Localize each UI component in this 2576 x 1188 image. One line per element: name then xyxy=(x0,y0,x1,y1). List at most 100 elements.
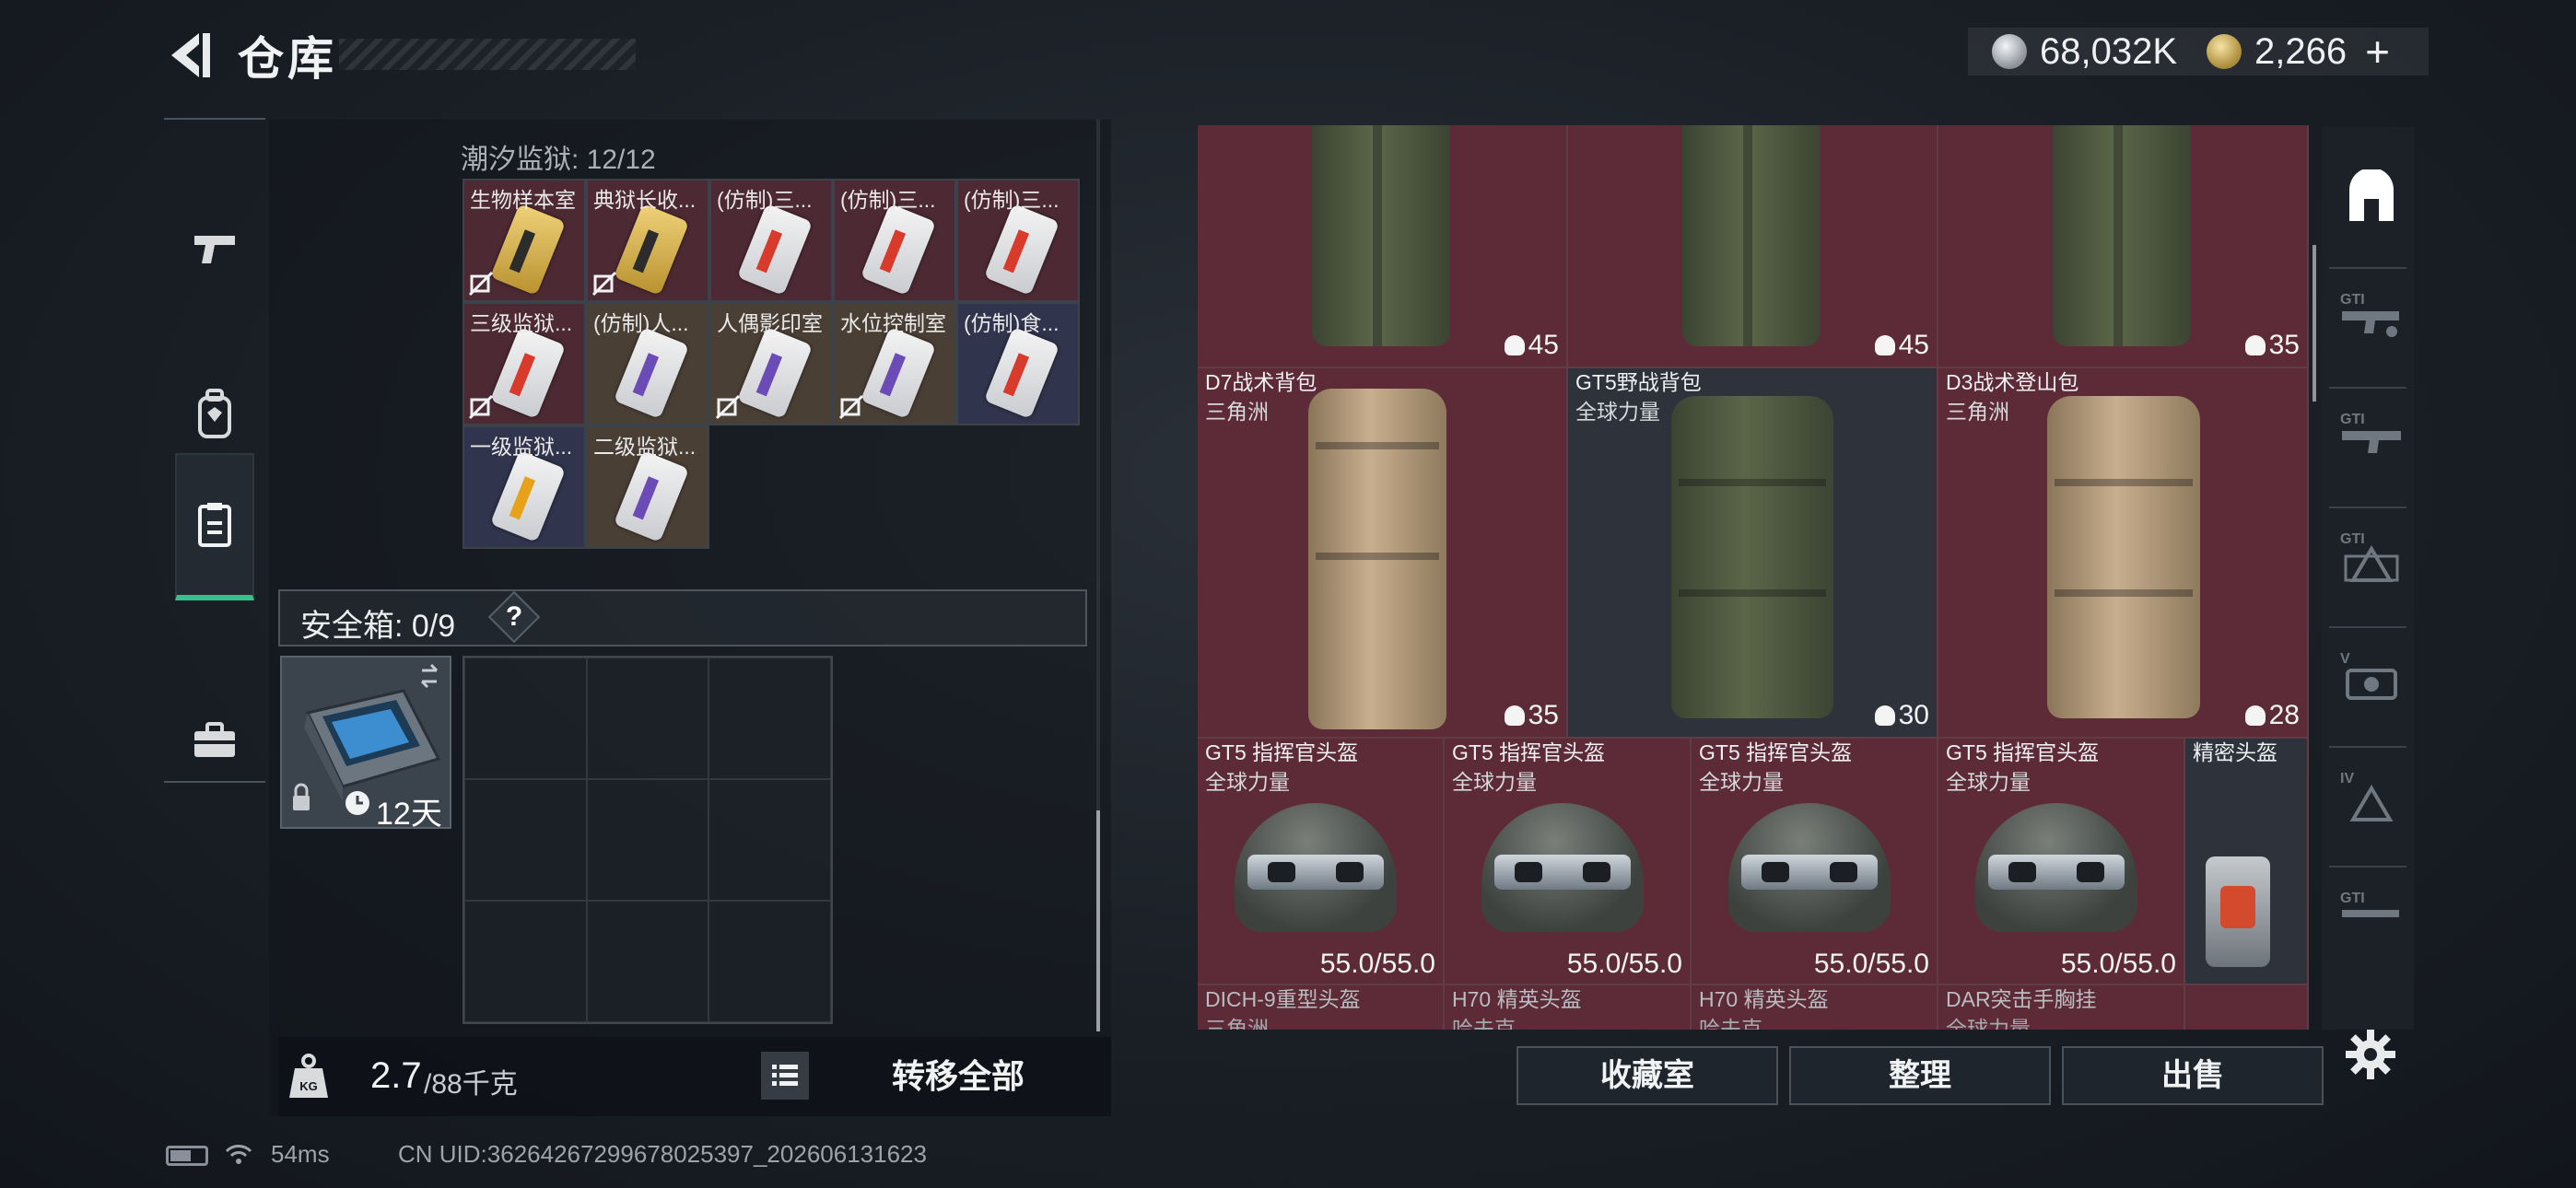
ping-text: 54ms xyxy=(271,1140,330,1168)
not-tradeable-icon xyxy=(468,271,494,297)
safe-slot[interactable] xyxy=(708,901,831,1022)
back-button[interactable] xyxy=(162,28,217,83)
wifi-icon xyxy=(225,1145,252,1164)
safe-slot[interactable] xyxy=(586,779,709,901)
item-helmet[interactable]: GT5 指挥官头盔 全球力量 55.0/55.0 xyxy=(1692,739,1938,985)
item-backpack-top-2[interactable]: 45 xyxy=(1568,125,1938,368)
settings-button[interactable] xyxy=(2340,1024,2401,1085)
item-backpack-top-3[interactable]: 35 xyxy=(1938,125,2309,368)
stash-grid: 45 45 35 D7战术背包 三角洲 35 GT5野战背包 全球力量 30 D… xyxy=(1198,125,2309,1030)
item-backpack-d3[interactable]: D3战术登山包 三角洲 28 xyxy=(1938,368,2309,739)
item-partial[interactable]: DICH-9重型头盔 三角洲 xyxy=(1198,985,1445,1030)
sell-button[interactable]: 出售 xyxy=(2062,1046,2324,1105)
nav-item-supplies[interactable] xyxy=(175,667,254,814)
key-name: (仿制)食... xyxy=(964,311,1060,335)
item-helmet[interactable]: GT5 指挥官头盔 全球力量 55.0/55.0 xyxy=(1198,739,1445,985)
item-capacity: 45 xyxy=(1528,330,1559,360)
key-item[interactable]: 一级监狱... xyxy=(463,425,586,549)
transfer-all-button[interactable]: 转移全部 xyxy=(857,1044,1060,1109)
nav-item-weapons[interactable] xyxy=(175,175,254,322)
safe-slot[interactable] xyxy=(464,658,587,779)
helmet-image xyxy=(1235,803,1397,932)
add-currency-button[interactable]: + xyxy=(2365,27,2390,76)
item-name: D3战术登山包 xyxy=(1946,370,2079,394)
category-backpack[interactable] xyxy=(2338,164,2405,230)
key-name: 典狱长收... xyxy=(593,188,697,212)
left-scrollbar-thumb[interactable] xyxy=(1096,810,1100,1031)
item-durability: 55.0/55.0 xyxy=(1813,949,1929,979)
key-item[interactable]: 二级监狱... xyxy=(586,425,709,549)
capacity-icon xyxy=(1874,335,1895,355)
item-source: 三角洲 xyxy=(1946,400,2009,424)
svg-text:GTI: GTI xyxy=(2340,412,2365,427)
category-v-armor[interactable]: V xyxy=(2338,643,2405,709)
collection-room-button[interactable]: 收藏室 xyxy=(1516,1046,1778,1105)
category-gt-armor[interactable]: GTI xyxy=(2338,523,2405,589)
category-gt-rifle-2[interactable]: GTI xyxy=(2338,882,2405,949)
key-name: 生物样本室 xyxy=(470,188,576,212)
item-source: 全球力量 xyxy=(1575,400,1660,424)
gt-rifle-2-icon: GTI xyxy=(2340,891,2399,917)
key-item[interactable]: 水位控制室 xyxy=(833,302,956,425)
safe-slot[interactable] xyxy=(586,901,709,1022)
category-iv-armor[interactable]: IV xyxy=(2338,763,2405,829)
safe-slot[interactable] xyxy=(708,779,831,901)
not-tradeable-icon xyxy=(591,271,617,297)
capacity-icon xyxy=(2244,705,2266,726)
item-name: H70 精英头盔 xyxy=(1452,987,1582,1011)
list-view-button[interactable] xyxy=(761,1052,809,1100)
list-icon xyxy=(772,1065,798,1086)
item-partial[interactable]: H70 精英头盔 哈夫克 xyxy=(1692,985,1938,1030)
key-name: (仿制)三... xyxy=(964,188,1060,212)
item-partial[interactable]: DAR突击手胸挂 全球力量 xyxy=(1938,985,2185,1030)
keycard-image xyxy=(489,327,567,419)
keycard-image xyxy=(983,204,1060,296)
item-source: 哈夫克 xyxy=(1699,1017,1762,1030)
key-item[interactable]: 人偶影印室 xyxy=(709,302,833,425)
key-name: 一级监狱... xyxy=(470,435,573,459)
key-item[interactable]: (仿制)三... xyxy=(833,179,956,302)
safe-slot[interactable] xyxy=(708,658,831,779)
item-source: 全球力量 xyxy=(1205,770,1290,794)
backpack-category-icon xyxy=(2349,169,2394,221)
keycard-image xyxy=(736,204,814,296)
item-source: 三角洲 xyxy=(1205,400,1269,424)
safe-slot[interactable] xyxy=(464,779,587,901)
key-item[interactable]: 生物样本室 xyxy=(463,179,586,302)
nav-item-keys[interactable] xyxy=(175,453,254,600)
item-helmet[interactable]: GT5 指挥官头盔 全球力量 55.0/55.0 xyxy=(1445,739,1692,985)
item-backpack-d7[interactable]: D7战术背包 三角洲 35 xyxy=(1198,368,1568,739)
svg-text:GTI: GTI xyxy=(2340,292,2365,308)
key-item[interactable]: (仿制)人... xyxy=(586,302,709,425)
item-precision-helmet[interactable]: 精密头盔 xyxy=(2185,739,2309,985)
item-backpack-gt5[interactable]: GT5野战背包 全球力量 30 xyxy=(1568,368,1938,739)
key-item[interactable]: 典狱长收... xyxy=(586,179,709,302)
key-item[interactable]: (仿制)三... xyxy=(709,179,833,302)
category-gt-rifle[interactable]: GTI xyxy=(2338,284,2405,350)
svg-text:KG: KG xyxy=(299,1079,318,1093)
key-item[interactable]: (仿制)三... xyxy=(956,179,1080,302)
key-name: 二级监狱... xyxy=(593,435,697,459)
not-tradeable-icon xyxy=(715,394,741,420)
gear-icon xyxy=(2346,1030,2395,1079)
item-helmet[interactable]: GT5 指挥官头盔 全球力量 55.0/55.0 xyxy=(1938,739,2185,985)
key-name: 三级监狱... xyxy=(470,311,573,335)
not-tradeable-icon xyxy=(838,394,864,420)
safe-box-grid[interactable] xyxy=(463,656,833,1024)
item-name: GT5野战背包 xyxy=(1575,370,1702,394)
keycard-image xyxy=(736,327,814,419)
title-stripe-decoration xyxy=(339,39,636,70)
key-item[interactable]: (仿制)食... xyxy=(956,302,1080,425)
right-scrollbar-thumb[interactable] xyxy=(2313,245,2316,402)
keycard-image xyxy=(613,204,690,296)
safe-slot[interactable] xyxy=(586,658,709,779)
safe-slot[interactable] xyxy=(464,901,587,1022)
category-gt-smg[interactable]: GTI xyxy=(2338,403,2405,470)
svg-text:IV: IV xyxy=(2340,771,2354,786)
key-item[interactable]: 三级监狱... xyxy=(463,302,586,425)
toolbox-icon xyxy=(194,722,235,757)
item-backpack-top-1[interactable]: 45 xyxy=(1198,125,1568,368)
item-partial[interactable]: H70 精英头盔 哈夫克 xyxy=(1445,985,1692,1030)
sort-button[interactable]: 整理 xyxy=(1789,1046,2051,1105)
item-partial-empty[interactable] xyxy=(2185,985,2309,1030)
